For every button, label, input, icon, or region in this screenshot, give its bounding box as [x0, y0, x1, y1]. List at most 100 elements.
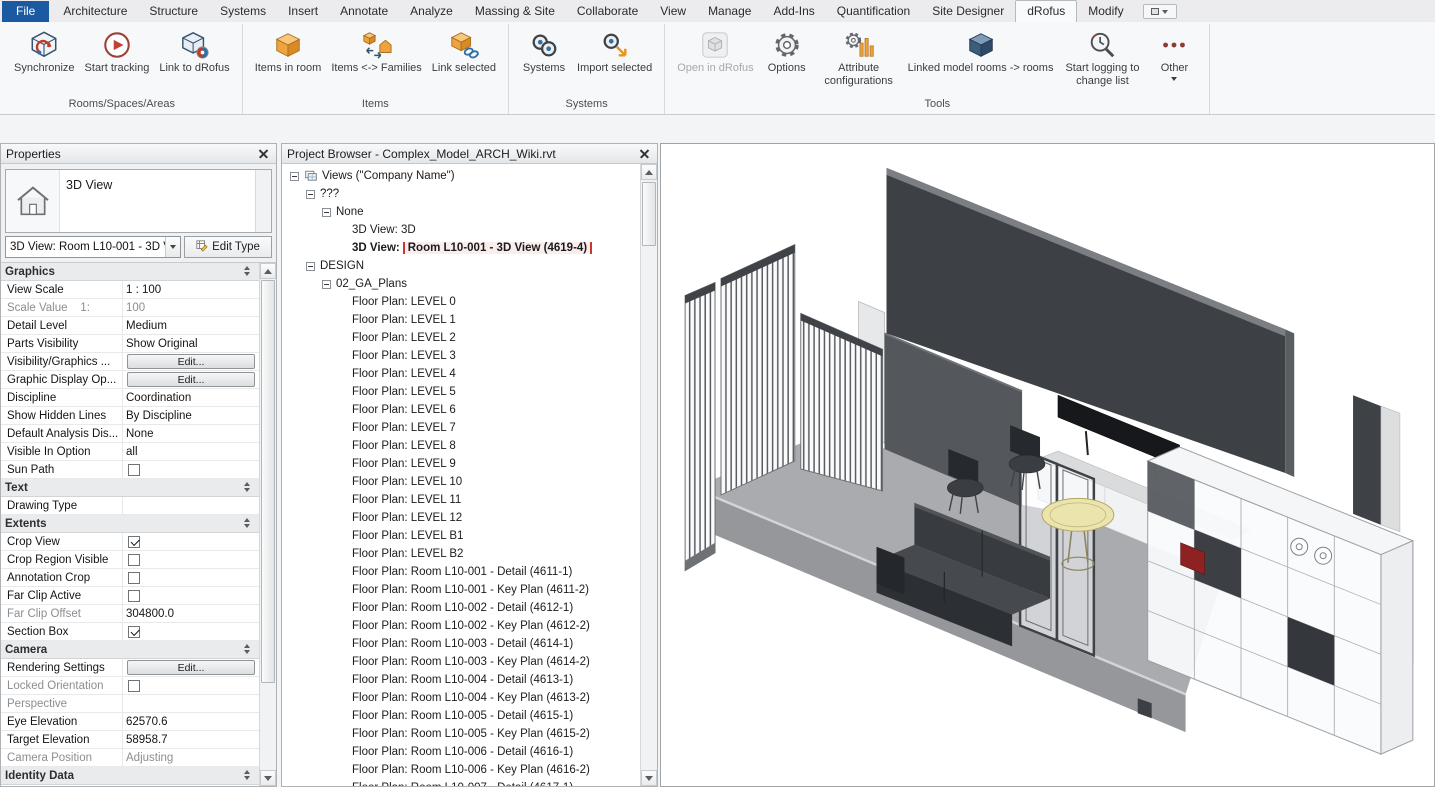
- ribbon-tab-structure[interactable]: Structure: [138, 1, 209, 22]
- property-value[interactable]: 58958.7: [123, 731, 259, 748]
- collapse-chevron-icon[interactable]: [241, 644, 255, 656]
- ribbon-button-link-selected[interactable]: Link selected: [428, 26, 500, 77]
- tree-item-floor-plan-level-b1[interactable]: Floor Plan: LEVEL B1: [282, 527, 640, 545]
- tree-item-design[interactable]: DESIGN: [282, 257, 640, 275]
- scroll-up-icon[interactable]: [260, 263, 276, 279]
- ribbon-button-options[interactable]: Options: [760, 26, 814, 77]
- ribbon-button-systems[interactable]: Systems: [517, 26, 571, 77]
- ribbon-tab-site-designer[interactable]: Site Designer: [921, 1, 1015, 22]
- tree-item-floor-plan-room-l10-003-detail-4614-1[interactable]: Floor Plan: Room L10-003 - Detail (4614-…: [282, 635, 640, 653]
- ribbon-tab-analyze[interactable]: Analyze: [399, 1, 464, 22]
- ribbon-tab-modify[interactable]: Modify: [1077, 1, 1134, 22]
- tree-item-floor-plan-room-l10-002-detail-4612-1[interactable]: Floor Plan: Room L10-002 - Detail (4612-…: [282, 599, 640, 617]
- tree-item-3d-view-room-l10-001-3d-view-4619-4[interactable]: 3D View:Room L10-001 - 3D View (4619-4): [282, 239, 640, 257]
- tree-item-floor-plan-level-1[interactable]: Floor Plan: LEVEL 1: [282, 311, 640, 329]
- property-section-identity-data[interactable]: Identity Data: [1, 767, 259, 785]
- edit-button[interactable]: Edit...: [127, 354, 255, 369]
- tree-item-floor-plan-room-l10-003-key-plan-4614-2[interactable]: Floor Plan: Room L10-003 - Key Plan (461…: [282, 653, 640, 671]
- tree-item-3d-view-3d[interactable]: 3D View: 3D: [282, 221, 640, 239]
- scroll-down-icon[interactable]: [260, 770, 276, 786]
- property-value[interactable]: Show Original: [123, 335, 259, 352]
- scrollbar-thumb[interactable]: [261, 280, 275, 683]
- tree-item-floor-plan-room-l10-004-detail-4613-1[interactable]: Floor Plan: Room L10-004 - Detail (4613-…: [282, 671, 640, 689]
- ribbon-tab-architecture[interactable]: Architecture: [52, 1, 138, 22]
- tree-item-floor-plan-level-0[interactable]: Floor Plan: LEVEL 0: [282, 293, 640, 311]
- ribbon-tab-add-ins[interactable]: Add-Ins: [762, 1, 825, 22]
- property-value[interactable]: [123, 569, 259, 586]
- scroll-up-icon[interactable]: [641, 164, 657, 180]
- ribbon-display-toggle[interactable]: [1143, 4, 1177, 19]
- ribbon-button-attribute-configurations[interactable]: Attribute configurations: [816, 26, 902, 89]
- property-section-camera[interactable]: Camera: [1, 641, 259, 659]
- ribbon-tab-systems[interactable]: Systems: [209, 1, 277, 22]
- scrollbar-thumb[interactable]: [642, 182, 656, 246]
- tree-item-floor-plan-room-l10-005-key-plan-4615-2[interactable]: Floor Plan: Room L10-005 - Key Plan (461…: [282, 725, 640, 743]
- collapse-chevron-icon[interactable]: [241, 266, 255, 278]
- tree-item-floor-plan-room-l10-006-detail-4616-1[interactable]: Floor Plan: Room L10-006 - Detail (4616-…: [282, 743, 640, 761]
- close-icon[interactable]: [257, 147, 271, 161]
- tree-item-floor-plan-level-5[interactable]: Floor Plan: LEVEL 5: [282, 383, 640, 401]
- type-selector[interactable]: 3D View: [5, 169, 272, 233]
- scroll-down-icon[interactable]: [641, 770, 657, 786]
- ribbon-button-linked-model-rooms-rooms[interactable]: Linked model rooms -> rooms: [904, 26, 1058, 77]
- property-value[interactable]: [123, 497, 259, 514]
- ribbon-button-open-in-drofus[interactable]: Open in dRofus: [673, 26, 757, 77]
- ribbon-button-import-selected[interactable]: Import selected: [573, 26, 656, 77]
- collapse-chevron-icon[interactable]: [241, 482, 255, 494]
- tree-item-floor-plan-level-12[interactable]: Floor Plan: LEVEL 12: [282, 509, 640, 527]
- ribbon-tab-insert[interactable]: Insert: [277, 1, 329, 22]
- type-selector-scrollbar[interactable]: [255, 170, 271, 232]
- property-value[interactable]: [123, 551, 259, 568]
- property-value[interactable]: Medium: [123, 317, 259, 334]
- tree-item-floor-plan-room-l10-004-key-plan-4613-2[interactable]: Floor Plan: Room L10-004 - Key Plan (461…: [282, 689, 640, 707]
- property-value[interactable]: [123, 623, 259, 640]
- ribbon-tab-drofus[interactable]: dRofus: [1015, 0, 1077, 22]
- property-value[interactable]: 1 : 100: [123, 281, 259, 298]
- property-value[interactable]: By Discipline: [123, 407, 259, 424]
- chevron-down-icon[interactable]: [165, 237, 180, 257]
- ribbon-tab-manage[interactable]: Manage: [697, 1, 762, 22]
- tree-item-floor-plan-room-l10-002-key-plan-4612-2[interactable]: Floor Plan: Room L10-002 - Key Plan (461…: [282, 617, 640, 635]
- checkbox[interactable]: [128, 590, 140, 602]
- property-value[interactable]: [123, 695, 259, 712]
- tree-item-floor-plan-level-8[interactable]: Floor Plan: LEVEL 8: [282, 437, 640, 455]
- property-value[interactable]: [123, 461, 259, 478]
- property-value[interactable]: all: [123, 443, 259, 460]
- 3d-viewport[interactable]: [660, 143, 1435, 787]
- browser-scrollbar[interactable]: [640, 164, 657, 786]
- tree-item-floor-plan-level-7[interactable]: Floor Plan: LEVEL 7: [282, 419, 640, 437]
- tree-item-floor-plan-level-b2[interactable]: Floor Plan: LEVEL B2: [282, 545, 640, 563]
- property-value[interactable]: [123, 587, 259, 604]
- tree-item-02-ga-plans[interactable]: 02_GA_Plans: [282, 275, 640, 293]
- property-value[interactable]: Edit...: [123, 353, 259, 370]
- tree-item-floor-plan-level-2[interactable]: Floor Plan: LEVEL 2: [282, 329, 640, 347]
- view-instance-combo[interactable]: 3D View: Room L10-001 - 3D Vi: [5, 236, 181, 258]
- tree-item-floor-plan-room-l10-001-detail-4611-1[interactable]: Floor Plan: Room L10-001 - Detail (4611-…: [282, 563, 640, 581]
- ribbon-tab-quantification[interactable]: Quantification: [826, 1, 921, 22]
- edit-type-button[interactable]: Edit Type: [184, 236, 272, 258]
- ribbon-button-synchronize[interactable]: Synchronize: [10, 26, 79, 77]
- checkbox[interactable]: [128, 572, 140, 584]
- edit-button[interactable]: Edit...: [127, 660, 255, 675]
- properties-scrollbar[interactable]: [259, 263, 276, 786]
- property-section-text[interactable]: Text: [1, 479, 259, 497]
- tree-item-floor-plan-room-l10-006-key-plan-4616-2[interactable]: Floor Plan: Room L10-006 - Key Plan (461…: [282, 761, 640, 779]
- property-value[interactable]: None: [123, 425, 259, 442]
- checkbox[interactable]: [128, 536, 140, 548]
- checkbox[interactable]: [128, 464, 140, 476]
- ribbon-button-items-in-room[interactable]: Items in room: [251, 26, 326, 77]
- tree-item-floor-plan-room-l10-005-detail-4615-1[interactable]: Floor Plan: Room L10-005 - Detail (4615-…: [282, 707, 640, 725]
- property-value[interactable]: Edit...: [123, 659, 259, 676]
- edit-button[interactable]: Edit...: [127, 372, 255, 387]
- tree-item-floor-plan-level-10[interactable]: Floor Plan: LEVEL 10: [282, 473, 640, 491]
- checkbox[interactable]: [128, 554, 140, 566]
- property-value[interactable]: 100: [123, 299, 259, 316]
- close-icon[interactable]: [638, 147, 652, 161]
- ribbon-button-link-to-drofus[interactable]: Link to dRofus: [155, 26, 233, 77]
- checkbox[interactable]: [128, 626, 140, 638]
- tree-item-floor-plan-room-l10-007-detail-4617-1[interactable]: Floor Plan: Room L10-007 - Detail (4617-…: [282, 779, 640, 786]
- project-browser-title-bar[interactable]: Project Browser - Complex_Model_ARCH_Wik…: [282, 144, 657, 164]
- property-section-extents[interactable]: Extents: [1, 515, 259, 533]
- collapse-chevron-icon[interactable]: [241, 770, 255, 782]
- checkbox[interactable]: [128, 680, 140, 692]
